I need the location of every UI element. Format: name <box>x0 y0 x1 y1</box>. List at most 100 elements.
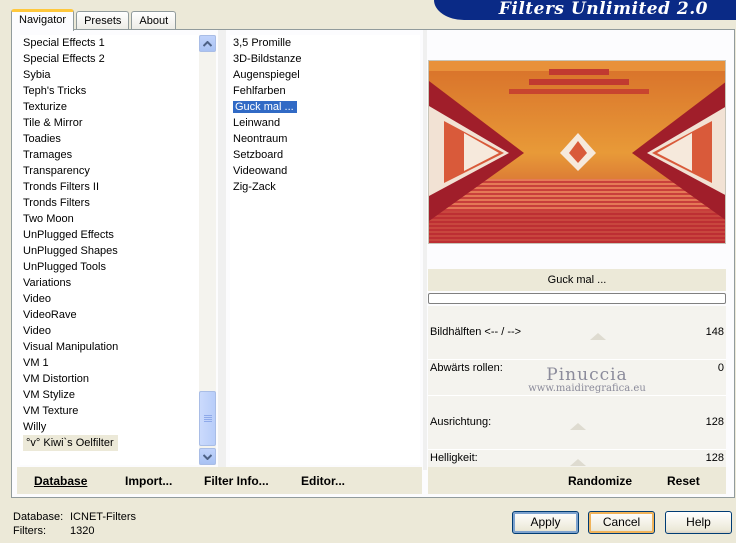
selected-filter-name: Guck mal ... <box>428 269 726 291</box>
database-info: Database: ICNET-Filters Filters: 1320 <box>13 510 136 538</box>
filters-count-value: 1320 <box>70 525 95 537</box>
editor-label: Editor... <box>301 474 346 488</box>
param-row: Bildhälften <-- / --> 148 <box>428 324 726 342</box>
category-item[interactable]: Special Effects 2 <box>20 51 200 67</box>
filter-item[interactable]: 3D-Bildstanze <box>230 51 420 67</box>
watermark: Pinuccia www.maidiregrafica.eu <box>512 365 662 394</box>
category-item[interactable]: Video <box>20 291 200 307</box>
filter-item-label: Leinwand <box>233 117 281 129</box>
category-item[interactable]: Visual Manipulation <box>20 339 200 355</box>
param-value: 128 <box>705 452 724 464</box>
column-divider <box>218 30 226 470</box>
filter-item[interactable]: Zig-Zack <box>230 179 420 195</box>
category-item[interactable]: UnPlugged Shapes <box>20 243 200 259</box>
filters-count-label: Filters: <box>13 525 46 537</box>
preview-button-bar: Randomize Reset <box>428 467 726 494</box>
category-item[interactable]: VM Texture <box>20 403 200 419</box>
import-button[interactable]: Import... <box>125 474 172 488</box>
reset-label: Reset <box>667 474 700 488</box>
category-item[interactable]: °v° Kiwi`s Oelfilter <box>20 435 200 451</box>
banner-title: Filters Unlimited 2.0 <box>498 0 708 19</box>
filter-item-label: Augenspiegel <box>233 69 300 81</box>
category-item[interactable]: UnPlugged Tools <box>20 259 200 275</box>
filter-item[interactable]: 3,5 Promille <box>230 35 420 51</box>
chevron-up-icon <box>203 40 212 47</box>
filter-item-label: Videowand <box>233 165 288 177</box>
filter-preview-image <box>428 60 726 244</box>
database-value: ICNET-Filters <box>70 511 136 523</box>
param-slider[interactable] <box>428 342 726 360</box>
category-item[interactable]: Two Moon <box>20 211 200 227</box>
param-slider[interactable] <box>428 432 726 450</box>
slider-thumb[interactable] <box>570 423 586 430</box>
filter-item-label: 3D-Bildstanze <box>233 53 302 65</box>
filter-item-label: Fehlfarben <box>233 85 286 97</box>
filter-item[interactable]: Guck mal ... <box>230 99 420 115</box>
category-item[interactable]: UnPlugged Effects <box>20 227 200 243</box>
editor-button[interactable]: Editor... <box>301 474 345 488</box>
category-item[interactable]: Tronds Filters II <box>20 179 200 195</box>
filter-item-label: 3,5 Promille <box>233 37 292 49</box>
apply-button[interactable]: Apply <box>512 511 579 534</box>
category-item[interactable]: VM 1 <box>20 355 200 371</box>
database-button[interactable]: Database <box>34 474 87 488</box>
category-item-label: °v° Kiwi`s Oelfilter <box>23 435 118 451</box>
param-label: Bildhälften <-- / --> <box>430 326 522 338</box>
category-item[interactable]: Tronds Filters <box>20 195 200 211</box>
filter-item-label: Guck mal ... <box>233 101 297 113</box>
randomize-label: Randomize <box>568 474 633 488</box>
filter-info-button[interactable]: Filter Info... <box>204 474 269 488</box>
navigator-button-bar: Database Import... Filter Info... Editor… <box>17 467 422 494</box>
chevron-down-icon <box>203 453 212 460</box>
filter-item-label: Setzboard <box>233 149 284 161</box>
category-item[interactable]: Tile & Mirror <box>20 115 200 131</box>
category-item[interactable]: Teph's Tricks <box>20 83 200 99</box>
title-banner: Filters Unlimited 2.0 <box>434 0 736 20</box>
filter-item[interactable]: Fehlfarben <box>230 83 420 99</box>
filter-item[interactable]: Leinwand <box>230 115 420 131</box>
filter-item[interactable]: Augenspiegel <box>230 67 420 83</box>
filter-item[interactable]: Videowand <box>230 163 420 179</box>
category-item[interactable]: VM Distortion <box>20 371 200 387</box>
category-item[interactable]: Transparency <box>20 163 200 179</box>
cancel-button[interactable]: Cancel <box>588 511 655 534</box>
tab-about[interactable]: About <box>131 11 177 30</box>
database-label: Database <box>34 474 88 488</box>
category-item[interactable]: Video <box>20 323 200 339</box>
randomize-button[interactable]: Randomize <box>568 474 632 488</box>
tab-presets[interactable]: Presets <box>76 11 130 30</box>
param-value: 0 <box>717 362 724 374</box>
category-item[interactable]: VideoRave <box>20 307 200 323</box>
category-item[interactable]: Willy <box>20 419 200 435</box>
filter-item[interactable]: Neontraum <box>230 131 420 147</box>
filter-list[interactable]: 3,5 Promille 3D-Bildstanze Augenspiegel Feh… <box>230 35 420 465</box>
category-item[interactable]: Sybia <box>20 67 200 83</box>
filter-item[interactable]: Setzboard <box>230 147 420 163</box>
filter-item-label: Zig-Zack <box>233 181 276 193</box>
category-item[interactable]: Variations <box>20 275 200 291</box>
progress-bar <box>428 293 726 304</box>
tab-navigator[interactable]: Navigator <box>11 9 75 31</box>
param-value: 128 <box>705 416 724 428</box>
slider-thumb[interactable] <box>590 333 606 340</box>
category-item[interactable]: VM Stylize <box>20 387 200 403</box>
category-item[interactable]: Special Effects 1 <box>20 35 200 51</box>
category-list[interactable]: Special Effects 1 Special Effects 2 Sybia T… <box>20 35 200 465</box>
filter-info-label: Filter Info... <box>204 474 269 488</box>
filter-item-label: Neontraum <box>233 133 288 145</box>
param-value: 148 <box>705 326 724 338</box>
param-label: Helligkeit: <box>430 452 478 464</box>
scroll-up-button[interactable] <box>199 35 216 52</box>
scroll-thumb[interactable] <box>199 391 216 446</box>
scroll-down-button[interactable] <box>199 448 216 465</box>
category-scrollbar[interactable] <box>199 35 216 465</box>
category-item[interactable]: Texturize <box>20 99 200 115</box>
watermark-url: www.maidiregrafica.eu <box>528 383 646 394</box>
slider-thumb[interactable] <box>570 459 586 466</box>
database-label: Database: <box>13 511 64 523</box>
param-label: Abwärts rollen: <box>430 362 503 374</box>
category-item[interactable]: Tramages <box>20 147 200 163</box>
category-item[interactable]: Toadies <box>20 131 200 147</box>
help-button[interactable]: Help <box>665 511 732 534</box>
reset-button[interactable]: Reset <box>667 474 700 488</box>
